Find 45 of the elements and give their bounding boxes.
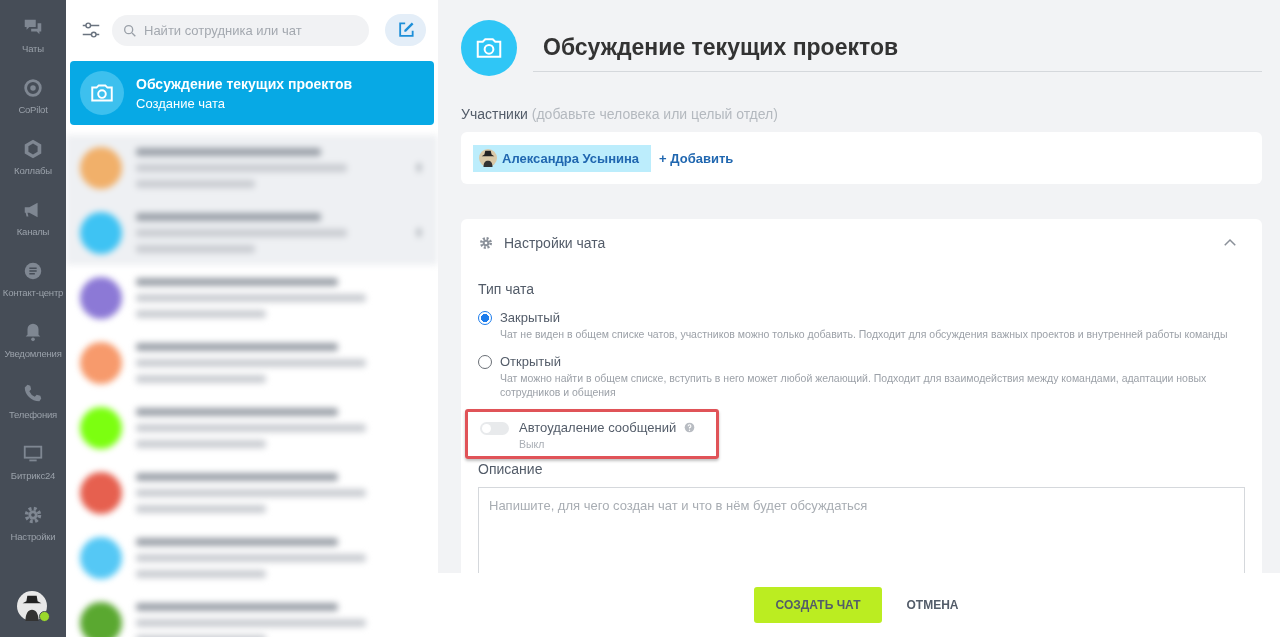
- user-avatar: [479, 149, 497, 167]
- rail-item[interactable]: Коллабы: [0, 138, 66, 199]
- search-icon: [122, 22, 138, 39]
- user-avatar[interactable]: [17, 591, 47, 621]
- rail-item[interactable]: Настройки: [0, 504, 66, 565]
- phone-icon: [22, 382, 44, 404]
- participant-chip[interactable]: Александра Усынина: [473, 144, 652, 172]
- add-participant-link[interactable]: + Добавить: [659, 150, 734, 166]
- rail-item[interactable]: Битрикс24: [0, 443, 66, 504]
- search-field[interactable]: Найти сотрудника или чат: [112, 14, 369, 46]
- chat-type-label: Тип чата: [478, 281, 536, 297]
- chat-subtitle: Создание чата: [136, 95, 226, 111]
- blurred-chat-item[interactable]: [66, 200, 438, 265]
- rail-item[interactable]: Каналы: [0, 199, 66, 260]
- radio-description: Чат не виден в общем списке чатов, участников можно только добавить. Подходит для обсуждения важных проектов и внутренней работы команды: [500, 327, 1228, 341]
- settings-icon: [22, 504, 44, 526]
- radio-button[interactable]: [478, 311, 492, 325]
- help-icon[interactable]: [684, 422, 696, 433]
- chat-title-field[interactable]: Обсуждение текущих проектов: [533, 26, 1262, 72]
- participants-label: Участники (добавьте человека или целый отдел): [461, 106, 779, 122]
- description-field[interactable]: Напишите, для чего создан чат и что в нём будет обсуждаться: [478, 487, 1245, 573]
- rail-item[interactable]: Телефония: [0, 382, 66, 443]
- settings-title: Настройки чата: [504, 235, 607, 251]
- radio-label: Закрытый: [500, 310, 561, 325]
- rail-item[interactable]: CoPilot: [0, 77, 66, 138]
- autodelete-label: Автоудаление сообщений: [519, 420, 677, 435]
- toggle-state: Выкл: [519, 438, 546, 450]
- create-chat-button[interactable]: СОЗДАТЬ ЧАТ: [753, 587, 883, 623]
- cancel-button[interactable]: ОТМЕНА: [900, 597, 965, 613]
- filter-icon[interactable]: [80, 19, 102, 41]
- rail-item[interactable]: Уведомления: [0, 321, 66, 382]
- chat-avatar-upload[interactable]: [461, 20, 517, 76]
- blurred-chat-item[interactable]: [66, 135, 438, 200]
- description-label: Описание: [478, 461, 544, 477]
- new-chat-item[interactable]: Обсуждение текущих проектов Создание чата: [70, 61, 434, 125]
- rail-item[interactable]: Чаты: [0, 16, 66, 77]
- radio-label: Открытый: [500, 354, 562, 369]
- hexagon-icon: [22, 138, 44, 160]
- compose-button[interactable]: [385, 14, 426, 46]
- rail-item[interactable]: Контакт-центр: [0, 260, 66, 321]
- chat-title: Обсуждение текущих проектов: [136, 75, 353, 92]
- copilot-icon: [22, 77, 44, 99]
- radio-description: Чат можно найти в общем списке, вступить в него может любой желающий. Подходит для взаимодействия между командами, адаптации новых сотрудников и общения: [500, 371, 1208, 399]
- settings-icon: [478, 235, 494, 251]
- contact-center-icon: [22, 260, 44, 282]
